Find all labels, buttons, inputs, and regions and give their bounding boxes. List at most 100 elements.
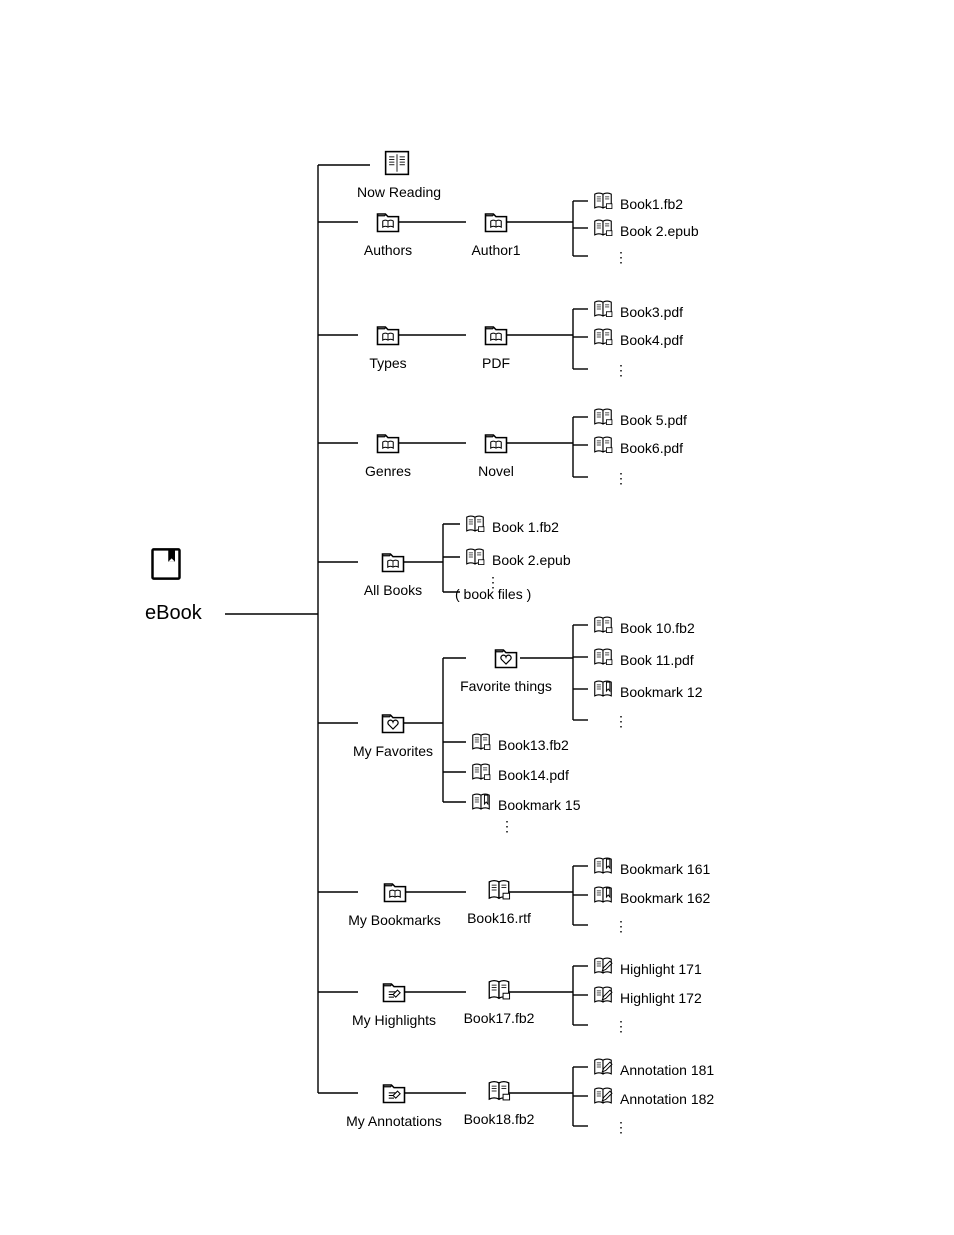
leaf-hl171: Highlight 171 bbox=[590, 955, 702, 982]
leaf-fav13: Book13.fb2 bbox=[468, 731, 569, 758]
node-authors: Authors bbox=[358, 207, 418, 258]
vdots-pdf: ⋮ bbox=[614, 362, 628, 379]
bookfile-icon bbox=[468, 761, 494, 788]
bookfile-icon bbox=[590, 406, 616, 433]
leaf-bm162: Bookmark 162 bbox=[590, 884, 710, 911]
bookfile-icon bbox=[590, 190, 616, 217]
annotation-icon bbox=[590, 955, 616, 982]
bookmark-icon bbox=[468, 791, 494, 818]
leaf-book6: Book6.pdf bbox=[590, 434, 683, 461]
leaf-book4: Book4.pdf bbox=[590, 326, 683, 353]
leaf-allbooks-2: Book 2.epub bbox=[462, 546, 571, 573]
node-favorite-things: Favorite things bbox=[456, 643, 556, 694]
leaf-fav15: Bookmark 15 bbox=[468, 791, 580, 818]
leaf-bm161: Bookmark 161 bbox=[590, 855, 710, 882]
bookfile-book17-icon bbox=[485, 977, 513, 1008]
folder-novel-icon bbox=[481, 428, 511, 461]
node-genres: Genres bbox=[358, 428, 418, 479]
leaf-allbooks-2-label: Book 2.epub bbox=[492, 552, 571, 568]
bookmark-icon bbox=[590, 855, 616, 882]
node-book18-label: Book18.fb2 bbox=[459, 1111, 539, 1127]
leaf-book5-label: Book 5.pdf bbox=[620, 412, 687, 428]
node-book18: Book18.fb2 bbox=[459, 1078, 539, 1127]
node-author1: Author1 bbox=[466, 207, 526, 258]
folder-pdf-icon bbox=[481, 320, 511, 353]
node-my-bookmarks: My Bookmarks bbox=[342, 877, 447, 928]
connector-lines bbox=[0, 0, 954, 1235]
leaf-hl171-label: Highlight 171 bbox=[620, 961, 702, 977]
node-all-books-label: All Books bbox=[358, 582, 428, 598]
node-all-books: All Books bbox=[358, 547, 428, 598]
leaf-hl172-label: Highlight 172 bbox=[620, 990, 702, 1006]
leaf-bm162-label: Bookmark 162 bbox=[620, 890, 710, 906]
vdots-myfav: ⋮ bbox=[500, 818, 514, 835]
leaf-allbooks-1-label: Book 1.fb2 bbox=[492, 519, 559, 535]
leaf-book1-label: Book1.fb2 bbox=[620, 196, 683, 212]
bookfile-icon bbox=[590, 614, 616, 641]
leaf-fav10: Book 10.fb2 bbox=[590, 614, 695, 641]
node-types-label: Types bbox=[358, 355, 418, 371]
node-authors-label: Authors bbox=[358, 242, 418, 258]
leaf-an182-label: Annotation 182 bbox=[620, 1091, 714, 1107]
book-files-label: ( book files ) bbox=[455, 586, 531, 602]
folder-authors-icon bbox=[373, 207, 403, 240]
folder-bookmarks-icon bbox=[380, 877, 410, 910]
leaf-fav10-label: Book 10.fb2 bbox=[620, 620, 695, 636]
vdots-an: ⋮ bbox=[614, 1119, 628, 1136]
folder-author1-icon bbox=[481, 207, 511, 240]
folder-favorites-icon bbox=[378, 708, 408, 741]
leaf-book2: Book 2.epub bbox=[590, 217, 699, 244]
leaf-book1: Book1.fb2 bbox=[590, 190, 683, 217]
vdots-novel: ⋮ bbox=[614, 470, 628, 487]
bookfile-book16-icon bbox=[485, 877, 513, 908]
node-my-annotations: My Annotations bbox=[338, 1078, 450, 1129]
leaf-hl172: Highlight 172 bbox=[590, 984, 702, 1011]
bookfile-icon bbox=[462, 546, 488, 573]
node-my-highlights-label: My Highlights bbox=[344, 1012, 444, 1028]
vdots-author: ⋮ bbox=[614, 249, 628, 266]
node-my-favorites-label: My Favorites bbox=[348, 743, 438, 759]
leaf-fav11-label: Book 11.pdf bbox=[620, 652, 694, 668]
node-now-reading: Now Reading bbox=[357, 149, 437, 200]
node-types: Types bbox=[358, 320, 418, 371]
leaf-allbooks-1: Book 1.fb2 bbox=[462, 513, 559, 540]
leaf-fav14-label: Book14.pdf bbox=[498, 767, 569, 783]
folder-annotations-icon bbox=[379, 1078, 409, 1111]
leaf-book6-label: Book6.pdf bbox=[620, 440, 683, 456]
node-book16: Book16.rtf bbox=[459, 877, 539, 926]
node-book17: Book17.fb2 bbox=[459, 977, 539, 1026]
bookmark-icon bbox=[590, 678, 616, 705]
ebook-icon bbox=[148, 546, 184, 587]
bookfile-icon bbox=[590, 217, 616, 244]
node-novel: Novel bbox=[466, 428, 526, 479]
bookfile-icon bbox=[468, 731, 494, 758]
vdots-hl: ⋮ bbox=[614, 1018, 628, 1035]
reading-icon bbox=[383, 149, 411, 182]
annotation-icon bbox=[590, 1056, 616, 1083]
leaf-fav11: Book 11.pdf bbox=[590, 646, 694, 673]
leaf-fav13-label: Book13.fb2 bbox=[498, 737, 569, 753]
node-my-annotations-label: My Annotations bbox=[338, 1113, 450, 1129]
leaf-book3-label: Book3.pdf bbox=[620, 304, 683, 320]
bookmark-icon bbox=[590, 884, 616, 911]
folder-highlights-icon bbox=[379, 977, 409, 1010]
leaf-an181-label: Annotation 181 bbox=[620, 1062, 714, 1078]
node-favorite-things-label: Favorite things bbox=[456, 678, 556, 694]
leaf-an182: Annotation 182 bbox=[590, 1085, 714, 1112]
leaf-book2-label: Book 2.epub bbox=[620, 223, 699, 239]
annotation-icon bbox=[590, 1085, 616, 1112]
node-genres-label: Genres bbox=[358, 463, 418, 479]
leaf-an181: Annotation 181 bbox=[590, 1056, 714, 1083]
node-my-bookmarks-label: My Bookmarks bbox=[342, 912, 447, 928]
node-now-reading-label: Now Reading bbox=[357, 184, 437, 200]
bookfile-icon bbox=[590, 298, 616, 325]
leaf-book3: Book3.pdf bbox=[590, 298, 683, 325]
node-author1-label: Author1 bbox=[466, 242, 526, 258]
node-book17-label: Book17.fb2 bbox=[459, 1010, 539, 1026]
bookfile-icon bbox=[590, 434, 616, 461]
diagram-canvas: eBook Now Reading Authors Author1 Types … bbox=[0, 0, 954, 1235]
vdots-favthings: ⋮ bbox=[614, 713, 628, 730]
node-pdf: PDF bbox=[466, 320, 526, 371]
bookfile-book18-icon bbox=[485, 1078, 513, 1109]
node-novel-label: Novel bbox=[466, 463, 526, 479]
